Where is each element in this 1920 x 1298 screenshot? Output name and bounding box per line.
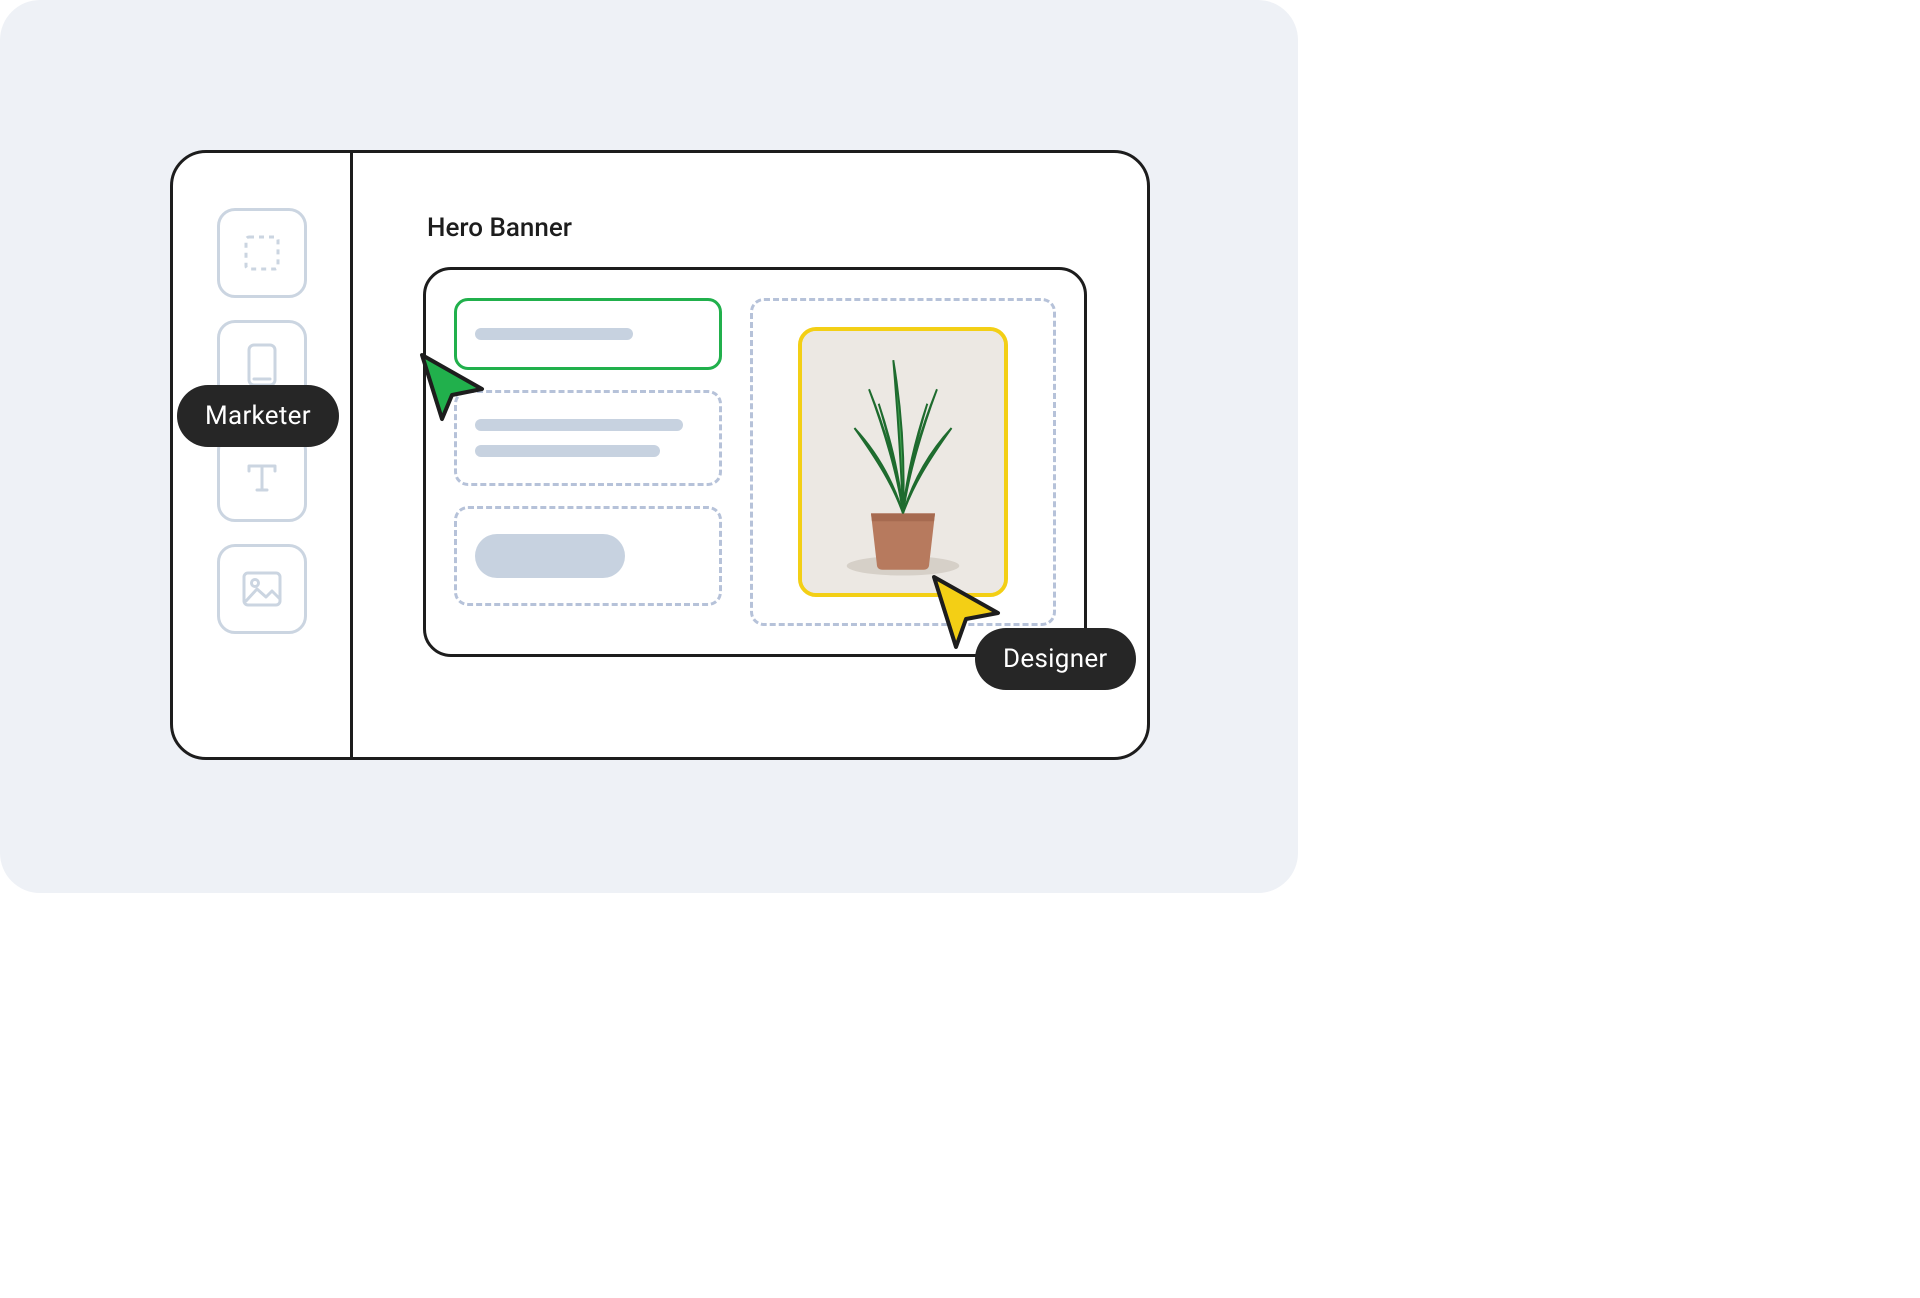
marketer-label: Marketer <box>177 385 339 447</box>
image-icon <box>242 571 282 607</box>
text-bar <box>475 419 683 431</box>
image-placeholder[interactable] <box>798 327 1008 597</box>
hero-frame <box>423 267 1087 657</box>
plant-illustration <box>802 331 1004 593</box>
text-icon <box>243 458 281 496</box>
button-shape <box>475 534 625 578</box>
selection-tool[interactable] <box>217 208 307 298</box>
button-placeholder[interactable] <box>454 506 722 606</box>
sidebar <box>173 153 353 757</box>
page-card: Hero Banner <box>0 0 1298 893</box>
image-tool[interactable] <box>217 544 307 634</box>
hero-left-column <box>454 298 722 626</box>
text-bar <box>475 328 633 340</box>
hero-right-column[interactable] <box>750 298 1056 626</box>
paragraph-placeholder[interactable] <box>454 390 722 486</box>
section-title: Hero Banner <box>427 213 1087 243</box>
designer-label: Designer <box>975 628 1136 690</box>
dashed-square-icon <box>243 234 281 272</box>
heading-placeholder[interactable] <box>454 298 722 370</box>
rectangle-icon <box>247 343 277 387</box>
text-bar <box>475 445 660 457</box>
